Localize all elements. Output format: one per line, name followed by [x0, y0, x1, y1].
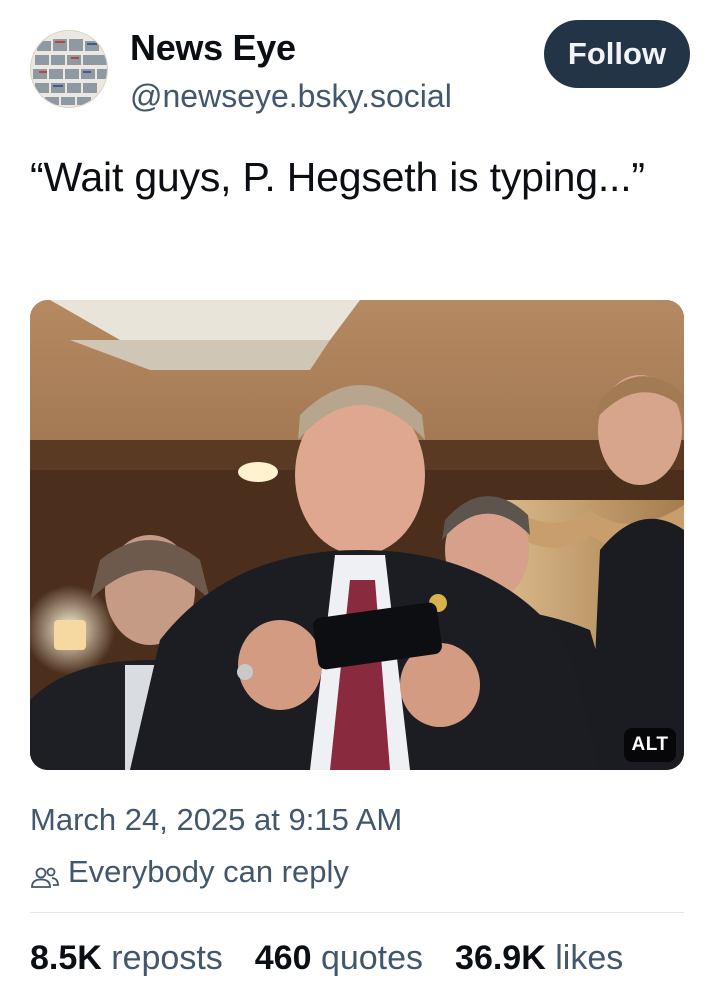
author-handle[interactable]: @newseye.bsky.social	[130, 76, 452, 116]
quotes-value: 460	[254, 939, 321, 977]
photo-illustration	[30, 300, 684, 770]
post-image[interactable]: ALT	[30, 300, 684, 770]
author-display-name[interactable]: News Eye	[130, 26, 452, 70]
post-header: News Eye @newseye.bsky.social Follow	[30, 20, 690, 122]
reposts-value: 8.5K	[30, 939, 112, 977]
reposts-count[interactable]: 8.5K reposts	[30, 936, 223, 980]
post-timestamp[interactable]: March 24, 2025 at 9:15 AM	[30, 800, 402, 840]
divider	[30, 912, 684, 913]
reply-setting[interactable]: Everybody can reply	[30, 852, 349, 892]
post-stats: 8.5K reposts 460 quotes 36.9K likes	[30, 936, 623, 980]
follow-button[interactable]: Follow	[544, 20, 690, 88]
people-icon	[30, 860, 60, 888]
likes-value: 36.9K	[455, 939, 556, 977]
quotes-count[interactable]: 460 quotes	[255, 936, 423, 980]
reply-setting-label: Everybody can reply	[68, 854, 349, 889]
likes-label: likes	[555, 939, 624, 977]
reposts-label: reposts	[111, 939, 223, 977]
quotes-label: quotes	[320, 939, 424, 977]
post-text: “Wait guys, P. Hegseth is typing...”	[30, 154, 645, 200]
alt-text-button[interactable]: ALT	[624, 728, 676, 762]
likes-count[interactable]: 36.9K likes	[455, 936, 623, 980]
newspaper-collage-avatar[interactable]	[30, 30, 108, 108]
author-block[interactable]: News Eye @newseye.bsky.social	[130, 26, 452, 116]
